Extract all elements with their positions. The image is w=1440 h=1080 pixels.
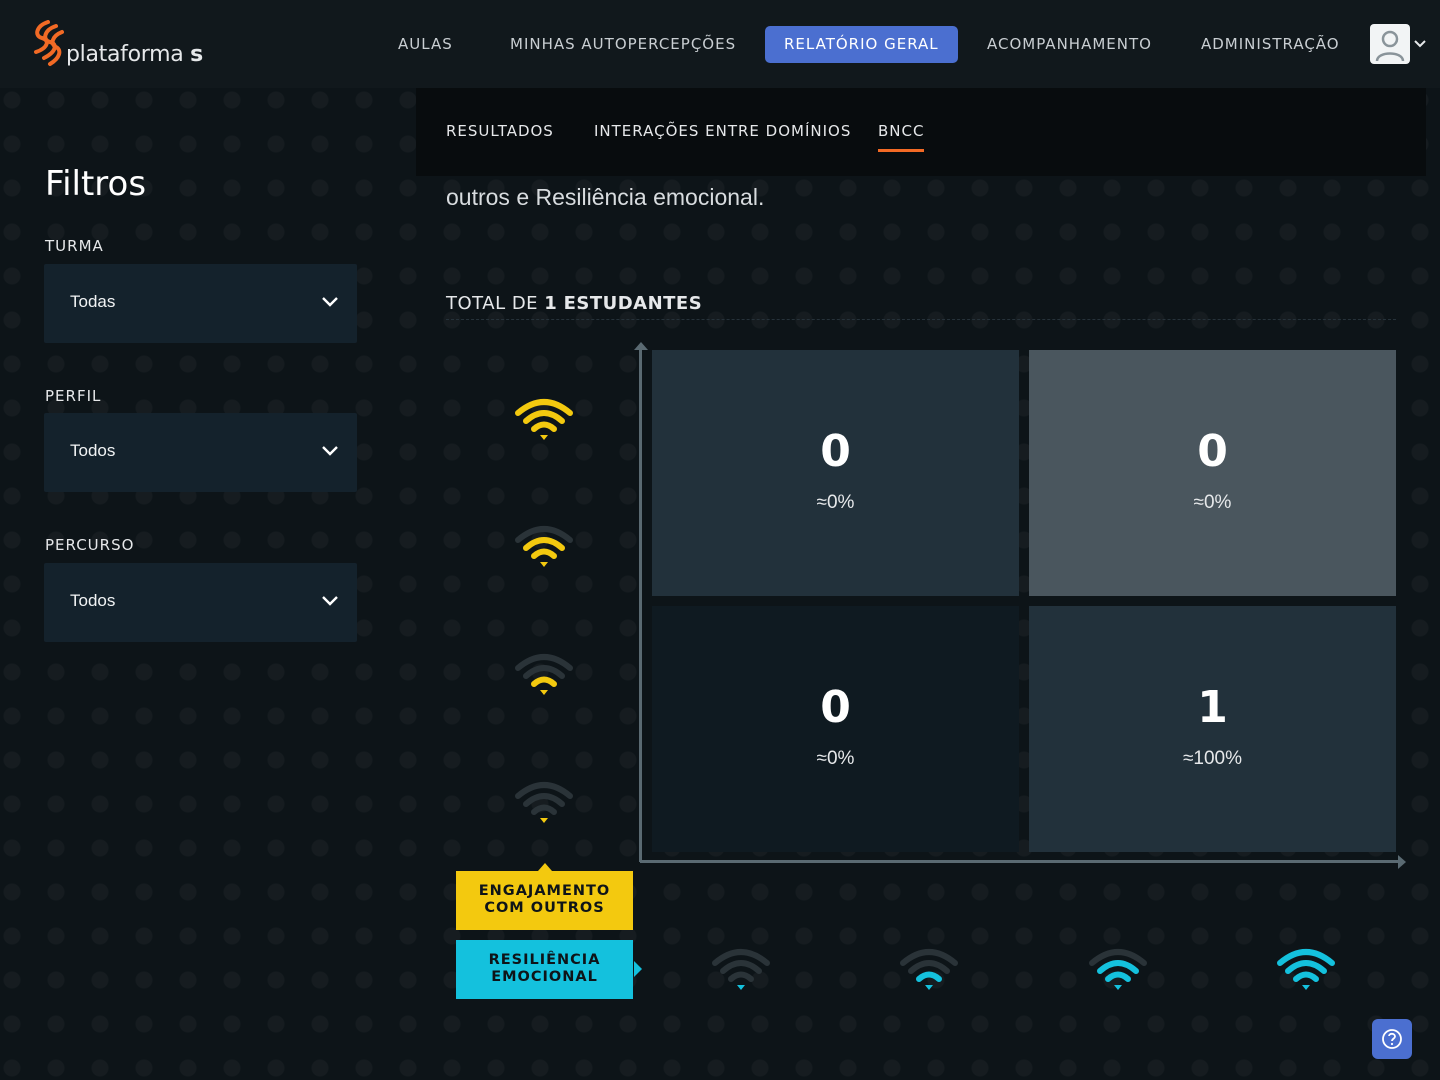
filter-label-percurso: PERCURSO bbox=[45, 536, 135, 554]
matrix-cell-high-low[interactable]: 0 ≈0% bbox=[652, 350, 1019, 596]
legend-resiliencia: RESILIÊNCIA EMOCIONAL bbox=[456, 940, 633, 999]
top-navbar: plataforma s AULAS MINHAS AUTOPERCEPÇÕES… bbox=[0, 0, 1440, 88]
intro-text: outros e Resiliência emocional. bbox=[446, 184, 765, 210]
cell-percent: ≈0% bbox=[816, 492, 855, 513]
help-icon bbox=[1382, 1029, 1402, 1049]
engagement-level-1-icon bbox=[515, 782, 573, 823]
nav-aulas[interactable]: AULAS bbox=[379, 26, 472, 63]
legend-engajamento-line2: COM OUTROS bbox=[484, 900, 605, 916]
cell-percent: ≈100% bbox=[1182, 748, 1243, 769]
arrow-up-icon bbox=[634, 342, 648, 350]
matrix-cell-low-high[interactable]: 1 ≈100% bbox=[1029, 606, 1396, 852]
total-students: TOTAL DE 1 ESTUDANTES bbox=[446, 293, 702, 314]
user-icon bbox=[1375, 30, 1405, 62]
chevron-down-icon bbox=[322, 446, 338, 456]
percurso-select-value: Todos bbox=[70, 591, 116, 610]
nav-relatorio-geral[interactable]: RELATÓRIO GERAL bbox=[765, 26, 958, 63]
engagement-level-4-icon bbox=[515, 399, 573, 440]
chevron-down-icon bbox=[322, 297, 338, 307]
resilience-level-2-icon bbox=[900, 949, 958, 990]
perfil-select-value: Todos bbox=[70, 441, 116, 460]
resilience-level-3-icon bbox=[1089, 949, 1147, 990]
total-suffix: ESTUDANTES bbox=[563, 293, 703, 314]
total-count: 1 bbox=[544, 293, 558, 314]
brand-name: plataforma s bbox=[66, 42, 203, 67]
matrix-cell-low-low[interactable]: 0 ≈0% bbox=[652, 606, 1019, 852]
resilience-level-1-icon bbox=[712, 949, 770, 990]
caret-right-icon bbox=[634, 961, 642, 977]
nav-minhas-autopercepcoes[interactable]: MINHAS AUTOPERCEPÇÕES bbox=[491, 26, 755, 63]
x-axis-line bbox=[640, 860, 1398, 863]
tab-resultados[interactable]: RESULTADOS bbox=[446, 122, 554, 140]
tab-interacoes-entre-dominios[interactable]: INTERAÇÕES ENTRE DOMÍNIOS bbox=[594, 122, 851, 140]
legend-resiliencia-line1: RESILIÊNCIA bbox=[488, 952, 601, 968]
legend-resiliencia-line2: EMOCIONAL bbox=[491, 969, 598, 985]
cell-count: 0 bbox=[1197, 426, 1228, 477]
turma-select[interactable]: Todas bbox=[44, 264, 357, 343]
cell-percent: ≈0% bbox=[1193, 492, 1232, 513]
filter-label-turma: TURMA bbox=[45, 237, 104, 255]
engagement-level-2-icon bbox=[515, 654, 573, 695]
cell-percent: ≈0% bbox=[816, 748, 855, 769]
chevron-down-icon[interactable] bbox=[1412, 37, 1428, 51]
cell-count: 1 bbox=[1197, 682, 1228, 733]
brand-name-suffix: s bbox=[190, 42, 203, 67]
legend-engajamento-line1: ENGAJAMENTO bbox=[478, 883, 611, 899]
y-axis-line bbox=[639, 348, 642, 862]
perfil-select[interactable]: Todos bbox=[44, 413, 357, 492]
filter-label-perfil: PERFIL bbox=[45, 387, 102, 405]
report-subtabs: RESULTADOS INTERAÇÕES ENTRE DOMÍNIOS BNC… bbox=[416, 88, 1426, 176]
chevron-down-icon bbox=[322, 596, 338, 606]
help-button[interactable] bbox=[1372, 1019, 1412, 1059]
nav-administracao[interactable]: ADMINISTRAÇÃO bbox=[1182, 26, 1359, 63]
matrix-cell-high-high[interactable]: 0 ≈0% bbox=[1029, 350, 1396, 596]
engagement-level-3-icon bbox=[515, 526, 573, 567]
user-avatar-button[interactable] bbox=[1370, 24, 1410, 64]
filters-title: Filtros bbox=[45, 164, 147, 204]
tab-bncc[interactable]: BNCC bbox=[878, 122, 925, 152]
logo-mark-icon bbox=[34, 20, 64, 66]
percurso-select[interactable]: Todos bbox=[44, 563, 357, 642]
turma-select-value: Todas bbox=[70, 292, 116, 311]
cell-count: 0 bbox=[820, 426, 851, 477]
divider bbox=[446, 319, 1396, 320]
resilience-level-4-icon bbox=[1277, 949, 1335, 990]
total-prefix: TOTAL DE bbox=[446, 293, 539, 314]
arrow-right-icon bbox=[1398, 855, 1406, 869]
brand-name-prefix: plataforma bbox=[66, 42, 184, 67]
legend-engajamento: ENGAJAMENTO COM OUTROS bbox=[456, 871, 633, 930]
cell-count: 0 bbox=[820, 682, 851, 733]
nav-acompanhamento[interactable]: ACOMPANHAMENTO bbox=[968, 26, 1171, 63]
